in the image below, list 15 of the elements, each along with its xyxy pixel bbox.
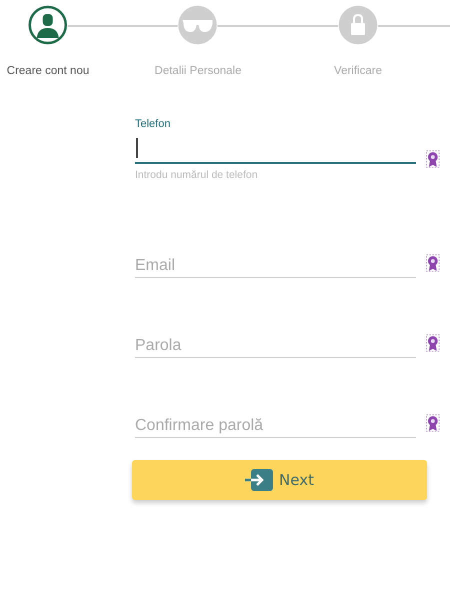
enter-icon bbox=[245, 469, 274, 491]
field-label: Telefon bbox=[135, 118, 172, 130]
badge-icon bbox=[426, 334, 440, 352]
badge-icon bbox=[426, 254, 440, 272]
input-field[interactable] bbox=[135, 138, 416, 164]
step-label: Creare cont nou bbox=[6, 65, 90, 77]
badge-icon bbox=[426, 414, 440, 432]
input-field[interactable]: Parola bbox=[135, 332, 416, 358]
step-label: Detalii Personale bbox=[154, 65, 242, 77]
helper-text: Introdu numărul de telefon bbox=[135, 169, 259, 181]
input-field[interactable]: Confirmare parolă bbox=[135, 412, 416, 438]
step-label: Verificare bbox=[334, 65, 382, 77]
next-button[interactable]: Next bbox=[132, 460, 427, 500]
badge-icon bbox=[426, 150, 440, 168]
input-field[interactable]: Email bbox=[135, 252, 416, 278]
